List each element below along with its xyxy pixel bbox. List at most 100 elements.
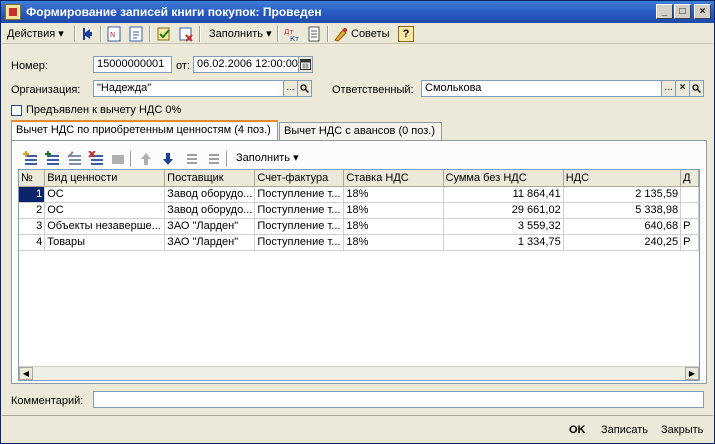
cell-invoice[interactable]: Поступление т... (254, 186, 345, 203)
report-icon[interactable] (306, 26, 322, 42)
column-header-vat-rate[interactable]: Ставка НДС (343, 170, 444, 187)
column-header-vat[interactable]: НДС (563, 170, 682, 187)
cell-supplier[interactable]: Завод оборудо... (164, 186, 256, 203)
sort-asc-icon[interactable] (184, 151, 200, 167)
tab-vat-advances[interactable]: Вычет НДС с авансов (0 поз.) (279, 122, 442, 140)
refresh-doc-icon[interactable] (128, 26, 144, 42)
responsible-open-button[interactable] (689, 80, 704, 97)
scroll-left-icon[interactable]: ◀ (19, 367, 33, 380)
cell-rate[interactable]: 18% (343, 234, 444, 251)
close-window-button[interactable]: Закрыть (661, 424, 703, 436)
cell-rate[interactable]: 18% (343, 218, 444, 235)
sort-desc-icon[interactable] (206, 151, 222, 167)
cell-supplier[interactable]: Завод оборудо... (164, 202, 256, 219)
cell-number[interactable]: 2 (19, 202, 46, 219)
maximize-button[interactable]: □ (674, 4, 691, 19)
cell-number[interactable]: 4 (19, 234, 46, 251)
cell-vat[interactable]: 2 135,59 (563, 186, 682, 203)
cell-sum[interactable]: 3 559,32 (443, 218, 564, 235)
cell-kind[interactable]: Объекты незаверше... (44, 218, 166, 235)
tab-vat-acquired[interactable]: Вычет НДС по приобретенным ценностям (4 … (11, 120, 278, 140)
add-row-icon[interactable] (22, 151, 38, 167)
actions-menu-label: Действия (7, 28, 56, 40)
column-header-supplier[interactable]: Поставщик (164, 170, 256, 187)
help-button[interactable]: ? (398, 26, 414, 42)
copy-row-icon[interactable] (44, 151, 60, 167)
cell-rate[interactable]: 18% (343, 202, 444, 219)
ok-button[interactable]: OK (569, 424, 586, 436)
cell-supplier[interactable]: ЗАО "Ларден" (164, 234, 256, 251)
cell-vat[interactable]: 640,68 (563, 218, 682, 235)
fill-menu[interactable]: Заполнить ▾ (209, 25, 272, 43)
horizontal-scrollbar[interactable]: ◀ ▶ (19, 366, 699, 380)
calendar-icon (300, 59, 311, 70)
table-fill-label: Заполнить (236, 152, 291, 164)
cell-invoice[interactable]: Поступление т... (254, 202, 345, 219)
back-arrow-icon[interactable] (81, 26, 97, 42)
end-edit-icon[interactable] (110, 151, 126, 167)
organization-select-button[interactable]: ... (283, 80, 298, 97)
dt-kt-doc-icon[interactable]: N (106, 26, 122, 42)
cell-d[interactable] (680, 186, 699, 203)
cell-number[interactable]: 1 (19, 186, 46, 203)
tips-button[interactable]: Советы (333, 25, 389, 43)
column-header-d[interactable]: Д (680, 170, 699, 187)
move-down-icon[interactable] (160, 151, 176, 167)
cell-d[interactable]: Р (680, 218, 699, 235)
cell-sum[interactable]: 1 334,75 (443, 234, 564, 251)
actions-menu[interactable]: Действия ▾ (7, 25, 64, 43)
cell-kind[interactable]: Товары (44, 234, 166, 251)
save-button[interactable]: Записать (601, 424, 648, 436)
move-up-icon[interactable] (138, 151, 154, 167)
cell-vat[interactable]: 240,25 (563, 234, 682, 251)
comment-label: Комментарий: (11, 395, 84, 407)
column-header-invoice[interactable]: Счет-фактура (254, 170, 345, 187)
magnifier-icon (300, 84, 310, 94)
minimize-button[interactable]: _ (656, 4, 673, 19)
table-fill-menu[interactable]: Заполнить ▾ (236, 149, 299, 167)
cell-sum[interactable]: 11 864,41 (443, 186, 564, 203)
cell-d[interactable] (680, 202, 699, 219)
column-header-kind[interactable]: Вид ценности (44, 170, 166, 187)
responsible-clear-button[interactable]: × (675, 80, 690, 97)
column-header-sum[interactable]: Сумма без НДС (443, 170, 564, 187)
post-document-icon[interactable] (156, 26, 172, 42)
responsible-label: Ответственный: (332, 84, 414, 96)
dt-kt-icon[interactable]: ДтКт (284, 26, 300, 42)
vat0-checkbox[interactable] (11, 105, 22, 116)
cell-invoice[interactable]: Поступление т... (254, 234, 345, 251)
unpost-document-icon[interactable] (178, 26, 194, 42)
column-header-number[interactable]: № (19, 170, 46, 187)
close-button[interactable]: × (694, 4, 711, 19)
scroll-right-icon[interactable]: ▶ (685, 367, 699, 380)
cell-supplier[interactable]: ЗАО "Ларден" (164, 218, 256, 235)
organization-label: Организация: (11, 84, 81, 96)
tips-label: Советы (351, 28, 390, 40)
cell-rate[interactable]: 18% (343, 186, 444, 203)
table-row[interactable]: 4 Товары ЗАО "Ларден" Поступление т... 1… (19, 234, 699, 251)
responsible-field[interactable]: Смолькова (421, 80, 662, 97)
cell-d[interactable]: Р (680, 234, 699, 251)
vat-table[interactable]: № Вид ценности Поставщик Счет-фактура Ст… (18, 169, 700, 381)
number-label: Номер: (11, 60, 48, 72)
delete-row-icon[interactable] (88, 151, 104, 167)
cell-vat[interactable]: 5 338,98 (563, 202, 682, 219)
responsible-select-button[interactable]: ... (661, 80, 676, 97)
cell-kind[interactable]: ОС (44, 186, 166, 203)
table-row[interactable]: 2 ОС Завод оборудо... Поступление т... 1… (19, 202, 699, 219)
comment-field[interactable] (93, 391, 704, 408)
cell-sum[interactable]: 29 661,02 (443, 202, 564, 219)
cell-invoice[interactable]: Поступление т... (254, 218, 345, 235)
table-row[interactable]: 1 ОС Завод оборудо... Поступление т... 1… (19, 186, 699, 203)
organization-open-button[interactable] (297, 80, 312, 97)
cell-number[interactable]: 3 (19, 218, 46, 235)
document-window: Формирование записей книги покупок: Пров… (0, 0, 715, 444)
date-field[interactable]: 06.02.2006 12:00:00 (193, 56, 299, 73)
table-row[interactable]: 3 Объекты незаверше... ЗАО "Ларден" Пост… (19, 218, 699, 235)
cell-kind[interactable]: ОС (44, 202, 166, 219)
calendar-button[interactable] (298, 56, 313, 73)
organization-field[interactable]: "Надежда" (93, 80, 284, 97)
number-field[interactable]: 15000000001 (93, 56, 172, 73)
edit-row-icon[interactable] (66, 151, 82, 167)
title-bar[interactable]: Формирование записей книги покупок: Пров… (1, 1, 714, 23)
